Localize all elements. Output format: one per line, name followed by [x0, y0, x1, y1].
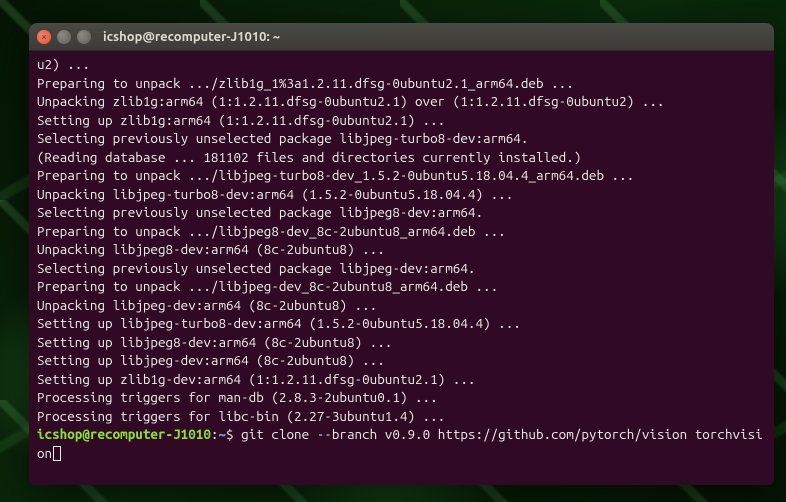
- terminal-output-line: Setting up libjpeg8-dev:arm64 (8c-2ubunt…: [37, 333, 766, 352]
- terminal-output-line: Unpacking libjpeg-turbo8-dev:arm64 (1.5.…: [37, 185, 766, 204]
- terminal-window: × icshop@recomputer-J1010: ~ u2) ...Prep…: [29, 23, 774, 485]
- terminal-output-line: u2) ...: [37, 55, 766, 74]
- terminal-body[interactable]: u2) ...Preparing to unpack .../zlib1g_1%…: [29, 51, 774, 485]
- terminal-output-line: Setting up libjpeg-turbo8-dev:arm64 (1.5…: [37, 314, 766, 333]
- terminal-output-line: Preparing to unpack .../libjpeg8-dev_8c-…: [37, 222, 766, 241]
- terminal-output-line: Setting up zlib1g-dev:arm64 (1:1.2.11.df…: [37, 370, 766, 389]
- terminal-output-line: Processing triggers for man-db (2.8.3-2u…: [37, 388, 766, 407]
- close-icon[interactable]: ×: [37, 30, 51, 44]
- terminal-output-line: (Reading database ... 181102 files and d…: [37, 148, 766, 167]
- terminal-output-line: Processing triggers for libc-bin (2.27-3…: [37, 407, 766, 426]
- terminal-output-line: Selecting previously unselected package …: [37, 259, 766, 278]
- prompt-path: ~: [218, 426, 226, 442]
- minimize-icon[interactable]: [57, 30, 71, 44]
- window-title: icshop@recomputer-J1010: ~: [103, 30, 280, 44]
- terminal-output-line: Unpacking libjpeg-dev:arm64 (8c-2ubuntu8…: [37, 296, 766, 315]
- terminal-output: u2) ...Preparing to unpack .../zlib1g_1%…: [37, 55, 766, 425]
- terminal-output-line: Selecting previously unselected package …: [37, 129, 766, 148]
- terminal-output-line: Preparing to unpack .../libjpeg-turbo8-d…: [37, 166, 766, 185]
- terminal-output-line: Selecting previously unselected package …: [37, 203, 766, 222]
- terminal-output-line: Preparing to unpack .../zlib1g_1%3a1.2.1…: [37, 74, 766, 93]
- prompt-dollar: $: [226, 426, 241, 442]
- terminal-output-line: Setting up libjpeg-dev:arm64 (8c-2ubuntu…: [37, 351, 766, 370]
- maximize-icon[interactable]: [77, 30, 91, 44]
- terminal-output-line: Setting up zlib1g:arm64 (1:1.2.11.dfsg-0…: [37, 111, 766, 130]
- terminal-output-line: Unpacking libjpeg8-dev:arm64 (8c-2ubuntu…: [37, 240, 766, 259]
- prompt-user-host: icshop@recomputer-J1010: [37, 426, 211, 442]
- terminal-output-line: Preparing to unpack .../libjpeg-dev_8c-2…: [37, 277, 766, 296]
- prompt-line: icshop@recomputer-J1010:~$ git clone --b…: [37, 426, 763, 461]
- titlebar[interactable]: × icshop@recomputer-J1010: ~: [29, 23, 774, 51]
- cursor-icon: [53, 446, 61, 461]
- terminal-output-line: Unpacking zlib1g:arm64 (1:1.2.11.dfsg-0u…: [37, 92, 766, 111]
